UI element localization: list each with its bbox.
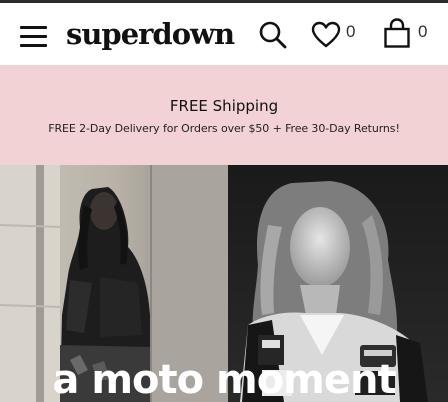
promo-banner[interactable]: FREE Shipping FREE 2-Day Delivery for Or… [0,65,448,165]
menu-icon[interactable] [20,26,48,48]
shopping-bag-icon[interactable] [383,17,411,49]
heart-icon[interactable] [311,21,341,49]
logo[interactable]: superdown [66,14,235,54]
promo-subtitle: FREE 2-Day Delivery for Orders over $50 … [48,122,400,135]
site-header: superdown 0 0 [0,3,448,65]
hero-title: a moto moment [52,357,396,402]
promo-title: FREE Shipping [169,97,279,115]
wishlist-count: 0 [346,22,356,41]
search-icon[interactable] [258,20,288,50]
hero-banner[interactable]: a moto moment [0,165,448,402]
bag-count: 0 [418,22,428,41]
